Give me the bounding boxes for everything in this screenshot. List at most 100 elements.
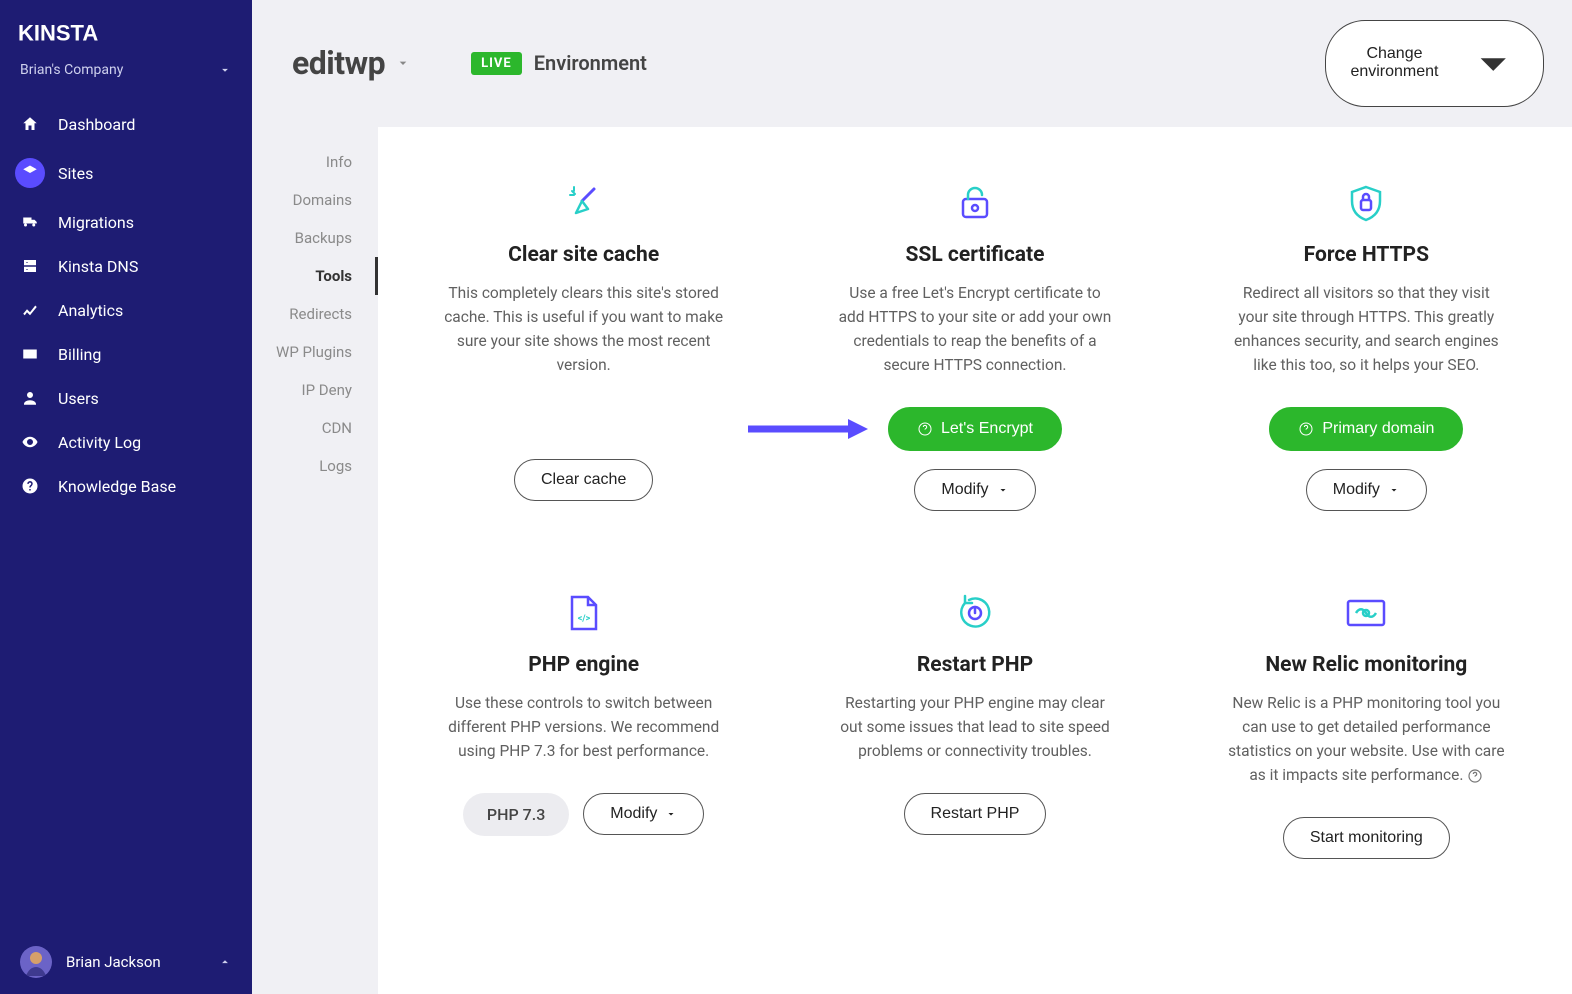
card-title: PHP engine — [528, 653, 639, 677]
nav-dns[interactable]: Kinsta DNS — [0, 244, 252, 288]
subnav-backups[interactable]: Backups — [252, 219, 378, 257]
environment-indicator: LIVE Environment — [471, 51, 647, 75]
nav-label: Billing — [58, 345, 101, 364]
card-title: New Relic monitoring — [1265, 653, 1467, 677]
logo[interactable]: KINSTA — [0, 0, 252, 56]
subnav-tools[interactable]: Tools — [252, 257, 378, 295]
php-modify-button[interactable]: Modify — [583, 793, 704, 835]
card-title: SSL certificate — [905, 243, 1044, 267]
subnav-domains[interactable]: Domains — [252, 181, 378, 219]
help-circle-icon — [917, 421, 933, 437]
change-environment-label: Change environment — [1350, 45, 1438, 81]
nav-dashboard[interactable]: Dashboard — [0, 102, 252, 146]
card-ssl: SSL certificate Use a free Let's Encrypt… — [809, 181, 1140, 511]
button-label: Restart PHP — [931, 805, 1020, 823]
php-version-label: PHP 7.3 — [487, 805, 545, 824]
ssl-modify-button[interactable]: Modify — [914, 469, 1035, 511]
subnav-ip-deny[interactable]: IP Deny — [252, 371, 378, 409]
help-icon — [20, 476, 40, 496]
restart-icon — [955, 591, 995, 635]
button-label: Let's Encrypt — [941, 420, 1033, 438]
card-desc: New Relic is a PHP monitoring tool you c… — [1226, 691, 1506, 787]
site-switcher[interactable]: editwp — [292, 44, 411, 82]
nav-kb[interactable]: Knowledge Base — [0, 464, 252, 508]
restart-php-button[interactable]: Restart PHP — [904, 793, 1047, 835]
nav-users[interactable]: Users — [0, 376, 252, 420]
clear-cache-button[interactable]: Clear cache — [514, 459, 653, 501]
nav-billing[interactable]: Billing — [0, 332, 252, 376]
lets-encrypt-button[interactable]: Let's Encrypt — [888, 407, 1062, 451]
subnav-info[interactable]: Info — [252, 143, 378, 181]
company-name: Brian's Company — [20, 62, 123, 78]
subnav-cdn[interactable]: CDN — [252, 409, 378, 447]
card-title: Force HTTPS — [1304, 243, 1429, 267]
users-icon — [20, 388, 40, 408]
dns-icon — [20, 256, 40, 276]
user-menu[interactable]: Brian Jackson — [0, 930, 252, 994]
php-file-icon: </> — [566, 591, 602, 635]
house-icon — [20, 114, 40, 134]
help-circle-icon — [1298, 421, 1314, 437]
chevron-down-icon — [997, 484, 1009, 496]
truck-icon — [20, 212, 40, 232]
button-label: Primary domain — [1322, 420, 1434, 438]
company-selector[interactable]: Brian's Company — [0, 56, 252, 98]
nav-sites[interactable]: Sites — [0, 146, 252, 200]
kinsta-logo-icon: KINSTA — [18, 18, 128, 50]
env-badge: LIVE — [471, 52, 522, 75]
subnav-logs[interactable]: Logs — [252, 447, 378, 485]
topbar: editwp LIVE Environment Change environme… — [252, 0, 1572, 127]
nav-list: Dashboard Sites Migrations — [0, 98, 252, 508]
start-monitoring-button[interactable]: Start monitoring — [1283, 817, 1450, 859]
svg-text:KINSTA: KINSTA — [18, 20, 98, 45]
monitoring-icon — [1344, 591, 1388, 635]
layers-icon — [20, 163, 40, 183]
nav-analytics[interactable]: Analytics — [0, 288, 252, 332]
nav-label: Activity Log — [58, 433, 141, 452]
nav-label: Analytics — [58, 301, 123, 320]
nav-activity[interactable]: Activity Log — [0, 420, 252, 464]
ssl-lock-icon — [953, 181, 997, 225]
env-label: Environment — [534, 51, 647, 75]
site-title: editwp — [292, 44, 385, 82]
nav-migrations[interactable]: Migrations — [0, 200, 252, 244]
chevron-down-icon — [395, 55, 411, 71]
chevron-up-icon — [218, 955, 232, 969]
subnav-wp-plugins[interactable]: WP Plugins — [252, 333, 378, 371]
card-clear-cache: Clear site cache This completely clears … — [418, 181, 749, 511]
card-desc: Redirect all visitors so that they visit… — [1226, 281, 1506, 377]
nav-label: Knowledge Base — [58, 477, 176, 496]
button-label: Clear cache — [541, 471, 626, 489]
button-label: Modify — [941, 481, 988, 499]
help-circle-icon[interactable] — [1467, 768, 1483, 784]
card-new-relic: New Relic monitoring New Relic is a PHP … — [1201, 591, 1532, 859]
nav-label: Dashboard — [58, 115, 135, 134]
user-name: Brian Jackson — [66, 953, 161, 971]
https-modify-button[interactable]: Modify — [1306, 469, 1427, 511]
site-subnav: Info Domains Backups Tools Redirects WP … — [252, 127, 378, 994]
nav-label: Migrations — [58, 213, 134, 232]
card-title: Clear site cache — [508, 243, 659, 267]
chevron-down-icon — [1388, 484, 1400, 496]
change-environment-button[interactable]: Change environment — [1325, 20, 1544, 107]
card-title: Restart PHP — [917, 653, 1033, 677]
shield-lock-icon — [1346, 181, 1386, 225]
card-php-engine: </> PHP engine Use these controls to swi… — [418, 591, 749, 859]
active-nav-icon-halo — [15, 158, 45, 188]
eye-icon — [20, 432, 40, 452]
nav-label: Sites — [58, 164, 93, 183]
nav-label: Kinsta DNS — [58, 257, 138, 276]
nav-label: Users — [58, 389, 99, 408]
card-force-https: Force HTTPS Redirect all visitors so tha… — [1201, 181, 1532, 511]
card-desc: Use a free Let's Encrypt certificate to … — [835, 281, 1115, 377]
button-label: Modify — [1333, 481, 1380, 499]
button-label: Start monitoring — [1310, 829, 1423, 847]
subnav-redirects[interactable]: Redirects — [252, 295, 378, 333]
php-version-pill: PHP 7.3 — [463, 793, 569, 836]
button-label: Modify — [610, 805, 657, 823]
card-desc: This completely clears this site's store… — [444, 281, 724, 377]
card-desc: Use these controls to switch between dif… — [444, 691, 724, 763]
main-sidebar: KINSTA Brian's Company Dashboard Sites — [0, 0, 252, 994]
primary-domain-button[interactable]: Primary domain — [1269, 407, 1463, 451]
svg-text:</>: </> — [577, 614, 590, 624]
